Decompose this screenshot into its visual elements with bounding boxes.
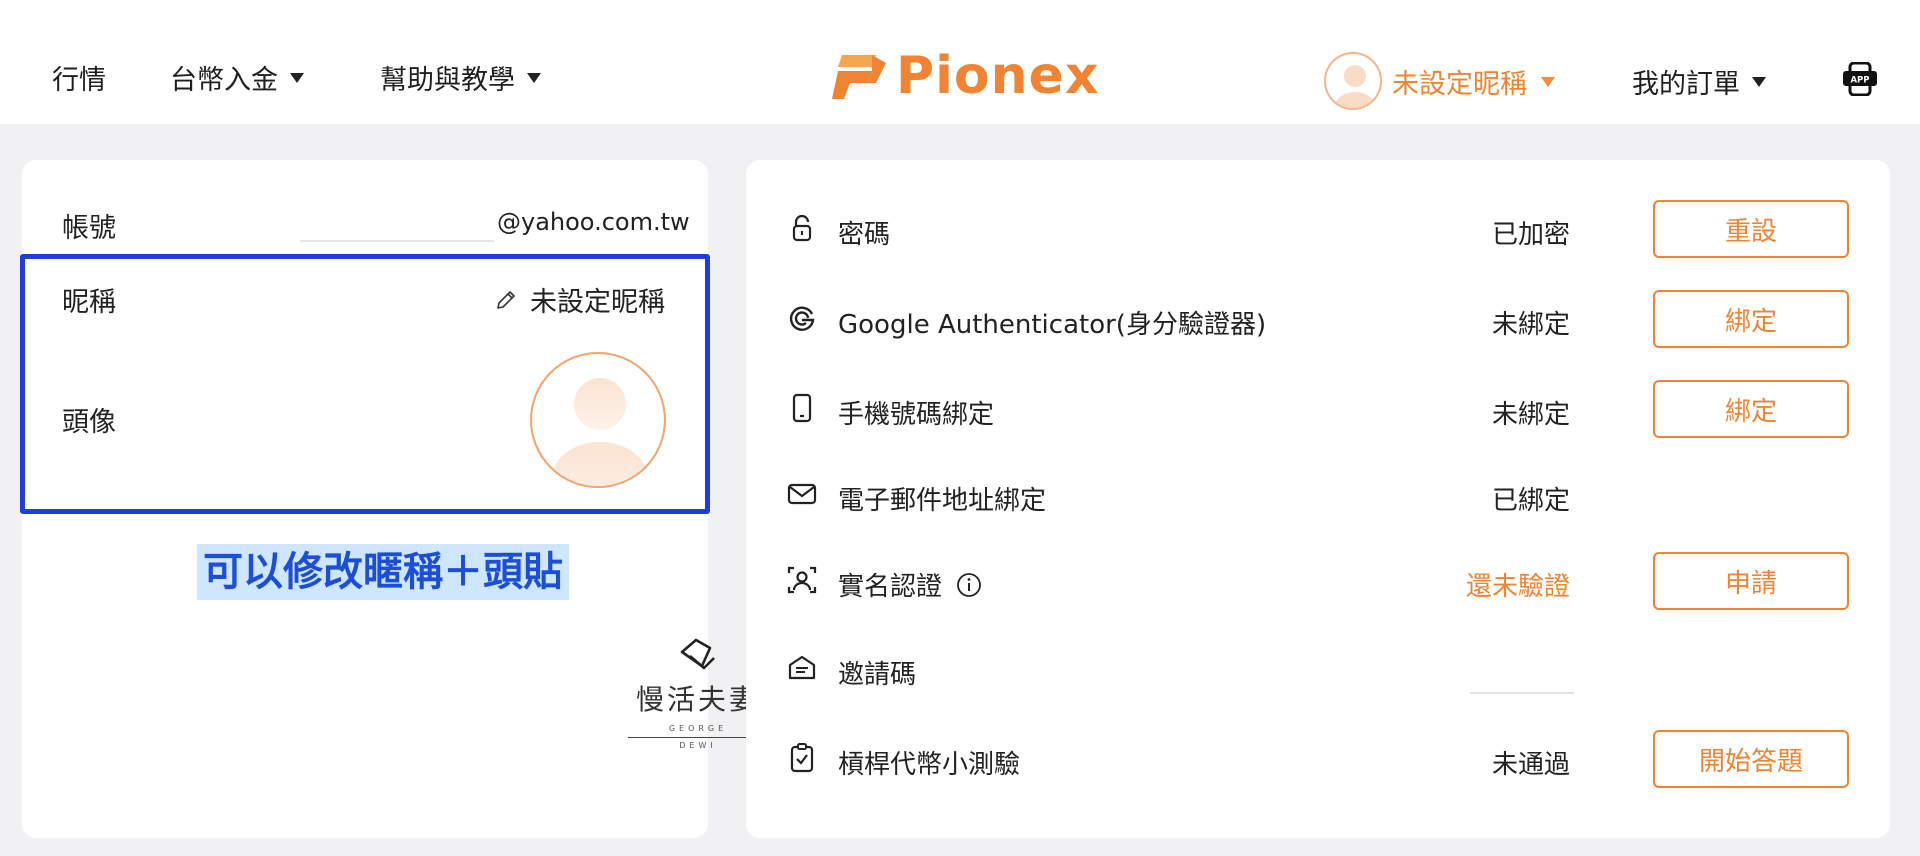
invite-code-value	[1470, 638, 1574, 694]
pionex-logo-mark-icon	[832, 55, 886, 99]
bind-phone-button[interactable]: 綁定	[1653, 380, 1849, 438]
start-quiz-button[interactable]: 開始答題	[1653, 730, 1849, 788]
reset-password-button[interactable]: 重設	[1653, 200, 1849, 258]
caret-down-icon	[1752, 76, 1766, 87]
orders-menu-label: 我的訂單	[1632, 69, 1740, 100]
pionex-logo[interactable]: Pionex	[832, 46, 1100, 106]
logo-text: Pionex	[896, 46, 1100, 106]
lock-icon	[792, 214, 812, 242]
security-label: 密碼	[838, 220, 891, 250]
caret-down-icon	[1541, 76, 1555, 87]
svg-text:APP: APP	[1850, 76, 1869, 86]
email-value: @yahoo.com.tw	[497, 208, 690, 236]
security-row-quiz: 槓桿代幣小測驗 未通過 開始答題	[746, 728, 1890, 788]
security-label: 手機號碼綁定	[838, 400, 995, 430]
annotation-text: 可以修改暱稱＋頭貼	[197, 544, 569, 600]
nav-help-label: 幫助與教學	[380, 65, 515, 96]
apply-verification-button[interactable]: 申請	[1653, 552, 1849, 610]
security-status: 未綁定	[1491, 400, 1570, 430]
security-label: 實名認證	[838, 572, 943, 602]
security-row-phone: 手機號碼綁定 未綁定 綁定	[746, 378, 1890, 438]
security-label: 邀請碼	[838, 660, 917, 690]
security-card: 密碼 已加密 重設 Google Authenticator(身分驗證器) 未綁…	[746, 160, 1890, 838]
security-status: 已綁定	[1491, 486, 1570, 516]
security-row-password: 密碼 已加密 重設	[746, 198, 1890, 258]
security-label: 槓桿代幣小測驗	[838, 750, 1021, 780]
security-status: 還未驗證	[1465, 572, 1570, 602]
caret-down-icon	[290, 72, 304, 83]
info-icon[interactable]	[956, 572, 982, 598]
google-icon	[789, 306, 815, 331]
nickname-menu[interactable]: 未設定昵稱	[1392, 62, 1555, 101]
mail-icon	[787, 483, 817, 505]
email-redacted-box	[300, 196, 494, 242]
nickname-menu-label: 未設定昵稱	[1392, 69, 1527, 100]
security-row-email: 電子郵件地址綁定 已綁定	[746, 464, 1890, 524]
app-icon: APP	[1843, 62, 1877, 96]
orders-menu[interactable]: 我的訂單	[1632, 62, 1766, 101]
security-row-invite: 邀請碼	[746, 638, 1890, 698]
security-status: 已加密	[1491, 220, 1570, 250]
security-label: 電子郵件地址綁定	[838, 486, 1047, 516]
nav-twd-deposit-label: 台幣入金	[170, 65, 278, 96]
security-label: Google Authenticator(身分驗證器)	[838, 310, 1267, 340]
caret-down-icon	[527, 72, 541, 83]
default-avatar-icon	[1335, 65, 1375, 108]
security-status: 未綁定	[1491, 310, 1570, 340]
annotation-highlight-box	[20, 254, 710, 514]
account-label: 帳號	[62, 213, 116, 244]
quiz-icon	[790, 743, 814, 773]
security-status: 未通過	[1491, 750, 1570, 780]
invite-icon	[788, 655, 816, 680]
security-row-kyc: 實名認證 還未驗證 申請	[746, 550, 1890, 610]
nav-twd-deposit[interactable]: 台幣入金	[170, 58, 304, 97]
watermark-mark-icon	[680, 638, 715, 670]
phone-icon	[792, 393, 812, 423]
security-row-google-auth: Google Authenticator(身分驗證器) 未綁定 綁定	[746, 288, 1890, 348]
top-header: 行情 台幣入金 幫助與教學 Pionex 未設定昵稱 我的訂單 APP	[0, 0, 1920, 124]
id-verify-icon	[787, 566, 817, 594]
bind-google-auth-button[interactable]: 綁定	[1653, 290, 1849, 348]
user-avatar[interactable]	[1324, 52, 1382, 110]
nav-help[interactable]: 幫助與教學	[380, 58, 541, 97]
nav-market-label: 行情	[52, 65, 106, 96]
nav-market[interactable]: 行情	[52, 58, 106, 97]
app-download-button[interactable]: APP	[1842, 62, 1878, 96]
